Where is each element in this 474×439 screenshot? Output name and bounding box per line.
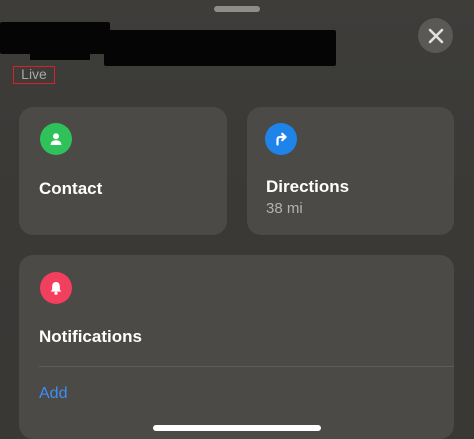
- notifications-card: Notifications Add: [19, 255, 454, 439]
- turn-right-arrow-icon: [265, 123, 297, 155]
- home-indicator[interactable]: [153, 425, 321, 431]
- contact-card[interactable]: Contact: [19, 107, 227, 235]
- divider: [39, 366, 454, 367]
- directions-card[interactable]: Directions 38 mi: [247, 107, 454, 235]
- sheet-grabber-handle[interactable]: [214, 6, 260, 12]
- notifications-card-title: Notifications: [39, 327, 142, 346]
- bell-icon: [40, 272, 72, 304]
- redacted-name-block: [104, 30, 336, 66]
- close-button[interactable]: [418, 18, 453, 53]
- add-notification-button[interactable]: Add: [39, 385, 67, 403]
- directions-card-title: Directions: [266, 177, 350, 196]
- close-icon: [428, 28, 443, 43]
- directions-distance: 38 mi: [266, 200, 303, 217]
- live-status-label: Live: [13, 66, 55, 84]
- detail-sheet: Live Contact Directions 38 mi Notificati…: [0, 0, 474, 439]
- redacted-name-block: [30, 26, 90, 60]
- contact-card-title: Contact: [39, 179, 103, 198]
- person-icon: [40, 123, 72, 155]
